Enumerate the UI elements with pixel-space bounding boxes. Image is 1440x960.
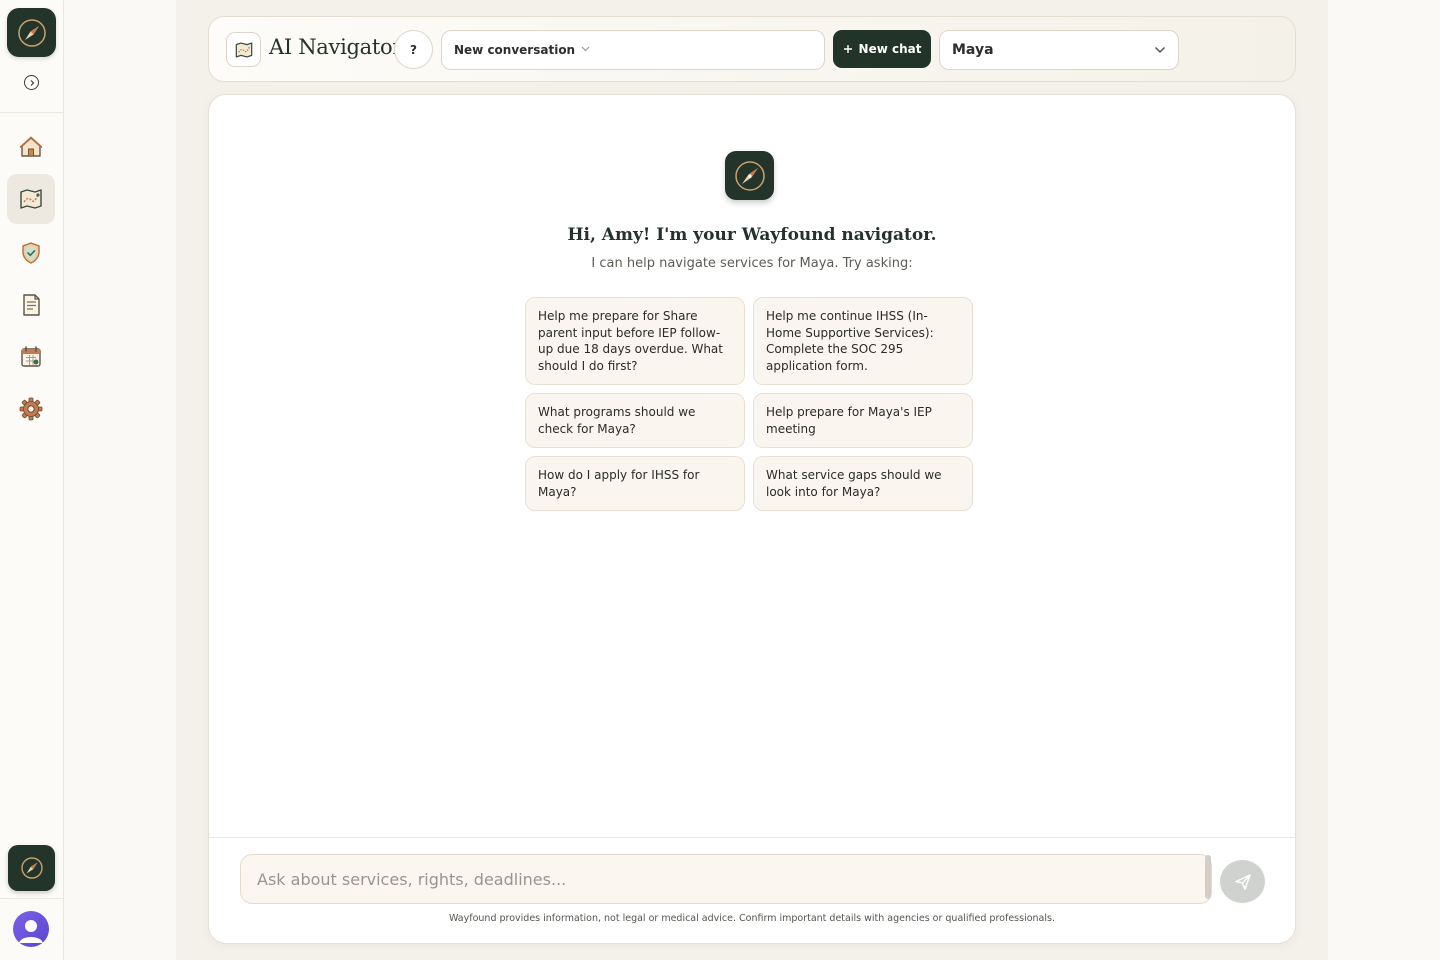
chevron-down-icon: [1154, 46, 1166, 54]
divider: [0, 898, 63, 899]
page-header: AI Navigator ? New conversation New chat…: [208, 16, 1296, 82]
suggested-prompt[interactable]: How do I apply for IHSS for Maya?: [525, 456, 745, 511]
document-icon: [23, 294, 40, 316]
suggested-prompt[interactable]: Help me prepare for Share parent input b…: [525, 297, 745, 385]
send-button[interactable]: [1220, 860, 1265, 903]
child-select[interactable]: Maya: [939, 30, 1179, 70]
home-icon: [19, 136, 43, 157]
sidebar-item-calendar[interactable]: [7, 332, 55, 382]
new-chat-button[interactable]: New chat: [833, 30, 931, 68]
suggested-prompt[interactable]: What service gaps should we look into fo…: [753, 456, 973, 511]
compass-icon: [725, 151, 774, 200]
conversation-select-label: New conversation: [454, 43, 576, 57]
plus-icon: [843, 45, 852, 53]
child-select-label: Maya: [952, 42, 994, 58]
chat-panel: Hi, Amy! I'm your Wayfound navigator. I …: [208, 94, 1296, 944]
page-title: AI Navigator: [269, 35, 403, 59]
new-chat-label: New chat: [858, 42, 922, 56]
suggested-prompt[interactable]: Help me continue IHSS (In-Home Supportiv…: [753, 297, 973, 385]
divider: [209, 837, 1295, 838]
suggested-prompt[interactable]: What programs should we check for Maya?: [525, 393, 745, 448]
compass-icon: [20, 857, 43, 879]
disclaimer-text: Wayfound provides information, not legal…: [449, 913, 1055, 924]
sidebar-item-documents[interactable]: [7, 280, 55, 330]
sidebar-item-navigator[interactable]: [7, 174, 55, 224]
sidebar: [0, 0, 64, 960]
suggested-prompt[interactable]: Help prepare for Maya's IEP meeting: [753, 393, 973, 448]
compass-logo-icon[interactable]: [7, 8, 56, 57]
input-scrollbar[interactable]: [1205, 855, 1211, 899]
sidebar-item-settings[interactable]: [7, 384, 55, 434]
sidebar-item-home[interactable]: [7, 122, 55, 172]
calendar-icon: [21, 346, 41, 367]
map-icon: [226, 32, 261, 67]
divider: [0, 112, 63, 113]
navigator-shortcut-button[interactable]: [8, 845, 55, 891]
send-icon: [1234, 873, 1251, 890]
user-icon: [19, 920, 43, 943]
avatar[interactable]: [13, 911, 49, 947]
gear-icon: [19, 397, 43, 421]
map-icon: [20, 189, 42, 209]
chat-input[interactable]: [240, 854, 1212, 904]
sidebar-item-rights[interactable]: [7, 228, 55, 278]
greeting-heading: Hi, Amy! I'm your Wayfound navigator.: [567, 225, 937, 245]
help-button[interactable]: ?: [394, 30, 433, 69]
greeting-subtitle: I can help navigate services for Maya. T…: [591, 256, 913, 271]
chevron-down-icon: [581, 45, 590, 55]
conversation-select[interactable]: New conversation: [441, 30, 825, 70]
expand-sidebar-icon[interactable]: [24, 75, 39, 90]
shield-icon: [22, 242, 40, 264]
